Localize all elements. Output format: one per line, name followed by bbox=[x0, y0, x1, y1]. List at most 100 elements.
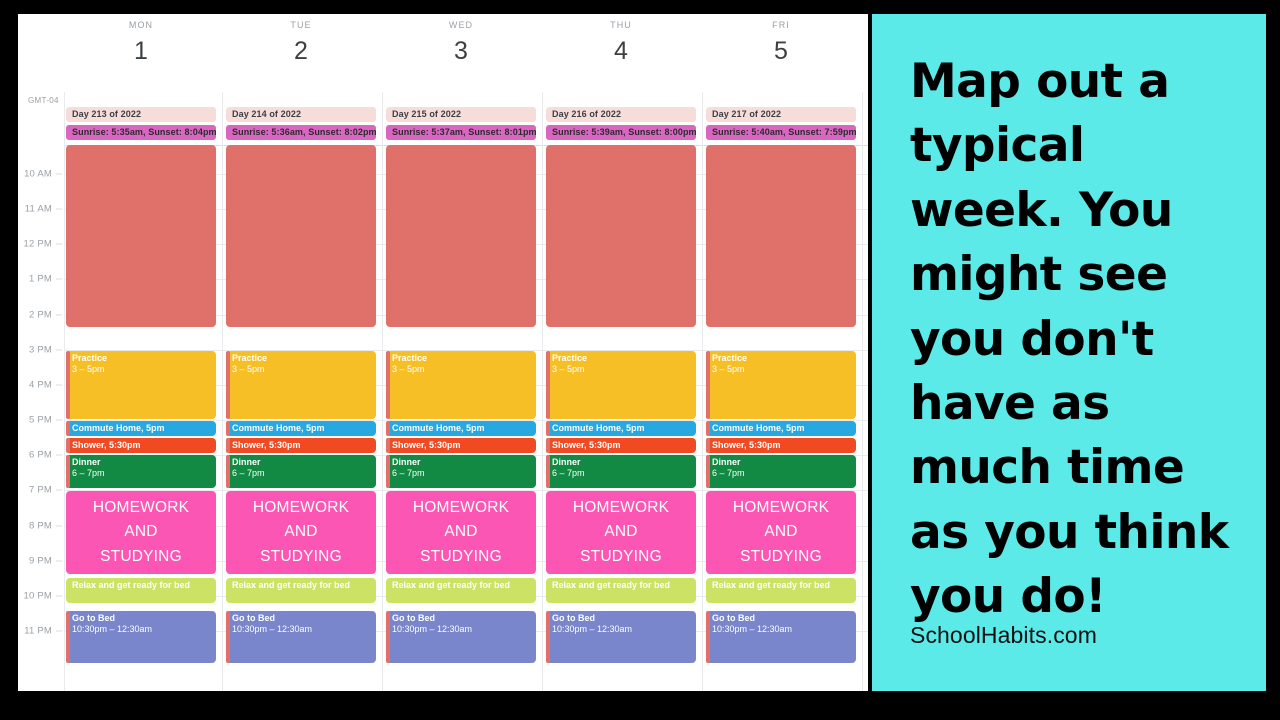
day-number[interactable]: 5 bbox=[706, 39, 856, 64]
allday-event-sunrise-sunset[interactable]: Sunrise: 5:40am, Sunset: 7:59pm bbox=[706, 125, 856, 140]
hour-tick bbox=[56, 278, 62, 280]
overlapping-event-edge[interactable] bbox=[66, 611, 70, 663]
calendar-event-shower[interactable]: Shower, 5:30pm bbox=[546, 438, 696, 453]
allday-event-day-of-year[interactable]: Day 215 of 2022 bbox=[386, 107, 536, 122]
calendar-event-relax[interactable]: Relax and get ready for bed bbox=[386, 578, 536, 603]
day-number[interactable]: 4 bbox=[546, 39, 696, 64]
allday-event-sunrise-sunset[interactable]: Sunrise: 5:37am, Sunset: 8:01pm bbox=[386, 125, 536, 140]
overlapping-event-edge[interactable] bbox=[546, 455, 550, 488]
calendar-event-homework[interactable]: HOMEWORK AND STUDYING bbox=[546, 491, 696, 574]
overlapping-event-edge[interactable] bbox=[386, 351, 390, 419]
overlapping-event-edge[interactable] bbox=[706, 438, 710, 453]
overlapping-event-edge[interactable] bbox=[226, 438, 230, 453]
overlapping-event-edge[interactable] bbox=[226, 351, 230, 419]
event-title: Go to Bed bbox=[392, 613, 435, 623]
overlapping-event-edge[interactable] bbox=[546, 421, 550, 436]
allday-event-day-of-year[interactable]: Day 214 of 2022 bbox=[226, 107, 376, 122]
hour-tick bbox=[56, 489, 62, 491]
day-header-tue[interactable]: TUE 2 bbox=[226, 20, 376, 64]
calendar-event-shower[interactable]: Shower, 5:30pm bbox=[226, 438, 376, 453]
calendar-event-shower[interactable]: Shower, 5:30pm bbox=[66, 438, 216, 453]
calendar-event-school-block[interactable] bbox=[66, 145, 216, 327]
calendar-event-dinner[interactable]: Dinner 6 – 7pm bbox=[226, 455, 376, 488]
calendar-event-commute[interactable]: Commute Home, 5pm bbox=[706, 421, 856, 436]
calendar-event-shower[interactable]: Shower, 5:30pm bbox=[386, 438, 536, 453]
hour-label: 11 PM bbox=[24, 625, 52, 637]
overlapping-event-edge[interactable] bbox=[706, 455, 710, 488]
calendar-event-relax[interactable]: Relax and get ready for bed bbox=[66, 578, 216, 603]
day-column-thu: Day 216 of 2022 Sunrise: 5:39am, Sunset: … bbox=[546, 92, 696, 691]
overlapping-event-edge[interactable] bbox=[386, 455, 390, 488]
overlapping-event-edge[interactable] bbox=[706, 351, 710, 419]
event-title: Dinner bbox=[552, 457, 581, 467]
calendar-event-dinner[interactable]: Dinner 6 – 7pm bbox=[706, 455, 856, 488]
day-column-fri: Day 217 of 2022 Sunrise: 5:40am, Sunset: … bbox=[706, 92, 856, 691]
day-column-mon: Day 213 of 2022 Sunrise: 5:35am, Sunset: … bbox=[66, 92, 216, 691]
allday-event-day-of-year[interactable]: Day 216 of 2022 bbox=[546, 107, 696, 122]
event-title: Relax and get ready for bed bbox=[392, 580, 511, 590]
overlapping-event-edge[interactable] bbox=[226, 611, 230, 663]
allday-event-sunrise-sunset[interactable]: Sunrise: 5:39am, Sunset: 8:00pm bbox=[546, 125, 696, 140]
calendar-event-homework[interactable]: HOMEWORK AND STUDYING bbox=[66, 491, 216, 574]
calendar-event-commute[interactable]: Commute Home, 5pm bbox=[386, 421, 536, 436]
day-header-wed[interactable]: WED 3 bbox=[386, 20, 536, 64]
day-header-mon[interactable]: MON 1 bbox=[66, 20, 216, 64]
calendar-event-dinner[interactable]: Dinner 6 – 7pm bbox=[386, 455, 536, 488]
day-number[interactable]: 1 bbox=[66, 39, 216, 64]
calendar-event-practice[interactable]: Practice 3 – 5pm bbox=[66, 351, 216, 419]
event-title: Dinner bbox=[392, 457, 421, 467]
calendar-event-practice[interactable]: Practice 3 – 5pm bbox=[386, 351, 536, 419]
overlapping-event-edge[interactable] bbox=[66, 438, 70, 453]
calendar-event-school-block[interactable] bbox=[706, 145, 856, 327]
overlapping-event-edge[interactable] bbox=[66, 455, 70, 488]
day-header-fri[interactable]: FRI 5 bbox=[706, 20, 856, 64]
allday-event-sunrise-sunset[interactable]: Sunrise: 5:35am, Sunset: 8:04pm bbox=[66, 125, 216, 140]
event-time: 6 – 7pm bbox=[552, 467, 585, 478]
calendar-event-school-block[interactable] bbox=[546, 145, 696, 327]
overlapping-event-edge[interactable] bbox=[226, 455, 230, 488]
calendar-event-relax[interactable]: Relax and get ready for bed bbox=[706, 578, 856, 603]
calendar-event-practice[interactable]: Practice 3 – 5pm bbox=[546, 351, 696, 419]
calendar-event-bed[interactable]: Go to Bed 10:30pm – 12:30am bbox=[66, 611, 216, 663]
day-number[interactable]: 2 bbox=[226, 39, 376, 64]
allday-event-day-of-year[interactable]: Day 213 of 2022 bbox=[66, 107, 216, 122]
overlapping-event-edge[interactable] bbox=[66, 421, 70, 436]
overlapping-event-edge[interactable] bbox=[706, 611, 710, 663]
overlapping-event-edge[interactable] bbox=[546, 611, 550, 663]
overlapping-event-edge[interactable] bbox=[706, 421, 710, 436]
overlapping-event-edge[interactable] bbox=[386, 421, 390, 436]
calendar-event-bed[interactable]: Go to Bed 10:30pm – 12:30am bbox=[386, 611, 536, 663]
calendar-event-homework[interactable]: HOMEWORK AND STUDYING bbox=[706, 491, 856, 574]
overlapping-event-edge[interactable] bbox=[66, 351, 70, 419]
calendar-event-commute[interactable]: Commute Home, 5pm bbox=[226, 421, 376, 436]
calendar-event-bed[interactable]: Go to Bed 10:30pm – 12:30am bbox=[706, 611, 856, 663]
calendar-event-school-block[interactable] bbox=[386, 145, 536, 327]
overlapping-event-edge[interactable] bbox=[386, 611, 390, 663]
hour-label: 3 PM bbox=[29, 344, 52, 356]
promo-panel: Map out a typical week. You might see yo… bbox=[872, 14, 1266, 691]
day-header-thu[interactable]: THU 4 bbox=[546, 20, 696, 64]
calendar-event-bed[interactable]: Go to Bed 10:30pm – 12:30am bbox=[546, 611, 696, 663]
calendar-event-dinner[interactable]: Dinner 6 – 7pm bbox=[66, 455, 216, 488]
allday-event-sunrise-sunset[interactable]: Sunrise: 5:36am, Sunset: 8:02pm bbox=[226, 125, 376, 140]
calendar-event-school-block[interactable] bbox=[226, 145, 376, 327]
calendar-event-shower[interactable]: Shower, 5:30pm bbox=[706, 438, 856, 453]
overlapping-event-edge[interactable] bbox=[226, 421, 230, 436]
overlapping-event-edge[interactable] bbox=[546, 351, 550, 419]
calendar-event-relax[interactable]: Relax and get ready for bed bbox=[546, 578, 696, 603]
day-number[interactable]: 3 bbox=[386, 39, 536, 64]
calendar-event-commute[interactable]: Commute Home, 5pm bbox=[66, 421, 216, 436]
calendar-event-homework[interactable]: HOMEWORK AND STUDYING bbox=[386, 491, 536, 574]
calendar-event-commute[interactable]: Commute Home, 5pm bbox=[546, 421, 696, 436]
allday-event-day-of-year[interactable]: Day 217 of 2022 bbox=[706, 107, 856, 122]
calendar-event-homework[interactable]: HOMEWORK AND STUDYING bbox=[226, 491, 376, 574]
event-title: HOMEWORK AND STUDYING bbox=[252, 499, 350, 565]
calendar-event-dinner[interactable]: Dinner 6 – 7pm bbox=[546, 455, 696, 488]
calendar-event-bed[interactable]: Go to Bed 10:30pm – 12:30am bbox=[226, 611, 376, 663]
calendar-event-practice[interactable]: Practice 3 – 5pm bbox=[226, 351, 376, 419]
overlapping-event-edge[interactable] bbox=[546, 438, 550, 453]
calendar-event-relax[interactable]: Relax and get ready for bed bbox=[226, 578, 376, 603]
calendar-event-practice[interactable]: Practice 3 – 5pm bbox=[706, 351, 856, 419]
overlapping-event-edge[interactable] bbox=[386, 438, 390, 453]
hour-tick bbox=[56, 560, 62, 562]
